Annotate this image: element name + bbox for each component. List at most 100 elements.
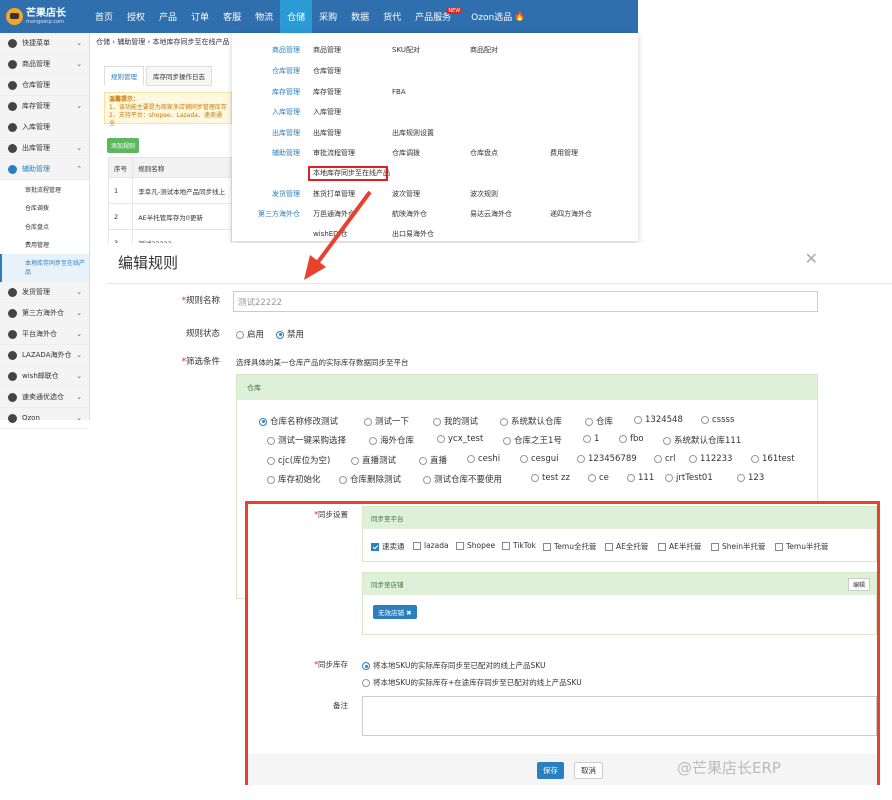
warehouse-radio[interactable]: 123456789: [577, 454, 637, 464]
menu-link[interactable]: 仓库盘点: [470, 148, 498, 158]
warehouse-radio[interactable]: crl: [654, 454, 676, 464]
warehouse-radio[interactable]: ce: [588, 473, 609, 483]
warehouse-radio[interactable]: cjc(库位为空): [267, 454, 330, 466]
menu-link[interactable]: 万邑通海外仓: [313, 209, 355, 219]
menu-category[interactable]: 库存管理: [232, 87, 300, 97]
nav-service[interactable]: 客服: [216, 0, 248, 33]
warehouse-radio[interactable]: 111: [627, 473, 654, 483]
rule-name-input[interactable]: 测试22222: [233, 291, 818, 312]
tab-rules[interactable]: 规则管理: [104, 66, 144, 86]
warehouse-radio[interactable]: 1324548: [634, 415, 683, 425]
sidebar-item-wish-warehouse[interactable]: wish邮联仓 ⌄: [0, 366, 89, 387]
edit-store-button[interactable]: 编辑: [847, 578, 870, 591]
menu-link[interactable]: 易达云海外仓: [470, 209, 512, 219]
sidebar-item-outbound[interactable]: 出库管理 ⌄: [0, 138, 89, 159]
warehouse-radio[interactable]: test zz: [531, 473, 570, 483]
platform-checkbox[interactable]: Temu半托管: [775, 541, 828, 552]
warehouse-radio[interactable]: 测试仓库不要使用: [423, 473, 502, 485]
close-icon[interactable]: ✖: [406, 609, 411, 617]
menu-link[interactable]: 商品配对: [470, 45, 498, 55]
add-rule-button[interactable]: 添加规则: [107, 138, 140, 153]
nav-product-service[interactable]: 产品服务 NEW: [408, 0, 463, 33]
menu-link[interactable]: 商品管理: [313, 45, 341, 55]
sidebar-item-inventory[interactable]: 库存管理 ⌄: [0, 96, 89, 117]
menu-link[interactable]: 仓库调拨: [392, 148, 420, 158]
warehouse-radio[interactable]: 直播: [419, 454, 447, 466]
warehouse-radio[interactable]: 112233: [689, 454, 732, 464]
menu-link[interactable]: 出库管理: [313, 128, 341, 138]
sidebar-item-auxiliary[interactable]: 辅助管理 ⌃: [0, 159, 89, 180]
brand-logo[interactable]: 芒果店长 mangoerp.com: [0, 0, 88, 33]
cancel-button[interactable]: 取消: [574, 762, 603, 779]
warehouse-radio[interactable]: 系统默认仓库: [500, 415, 562, 427]
menu-link[interactable]: 波次规则: [470, 189, 498, 199]
warehouse-radio[interactable]: 海外仓库: [369, 434, 414, 446]
platform-checkbox[interactable]: Temu全托管: [543, 541, 596, 552]
warehouse-radio[interactable]: ceshi: [467, 454, 500, 464]
warehouse-radio[interactable]: 161test: [751, 454, 795, 464]
sidebar-item-ozon[interactable]: Ozon ⌄: [0, 408, 89, 429]
menu-link[interactable]: 出库规则设置: [392, 128, 434, 138]
sidebar-item-inbound[interactable]: 入库管理: [0, 117, 89, 138]
sidebar-item-shipping[interactable]: 发货管理 ⌄: [0, 282, 89, 303]
menu-link[interactable]: 费用管理: [550, 148, 578, 158]
platform-checkbox[interactable]: lazada: [413, 541, 449, 550]
warehouse-radio[interactable]: 库存初始化: [267, 473, 321, 485]
menu-category[interactable]: 第三方海外仓: [232, 209, 300, 219]
platform-checkbox[interactable]: AE半托管: [658, 541, 701, 552]
sidebar-sub-approval[interactable]: 审批流程管理: [0, 180, 89, 199]
stock-option-radio[interactable]: 将本地SKU的实际库存+在途库存同步至已配对的线上产品SKU: [362, 677, 582, 688]
warehouse-radio[interactable]: 系统默认仓库111: [663, 434, 741, 446]
table-row[interactable]: 1 李幸凡-测试本地产品同步线上: [107, 177, 232, 204]
nav-logistics[interactable]: 物流: [248, 0, 280, 33]
menu-link[interactable]: 航映海外仓: [392, 209, 427, 219]
nav-order[interactable]: 订单: [184, 0, 216, 33]
stock-option-radio[interactable]: 将本地SKU的实际库存同步至已配对的线上产品SKU: [362, 660, 545, 671]
sidebar-item-shortcut[interactable]: 快捷菜单 ⌄: [0, 33, 89, 54]
platform-checkbox[interactable]: AE全托管: [605, 541, 648, 552]
menu-link[interactable]: 波次管理: [392, 189, 420, 199]
platform-checkbox[interactable]: Shopee: [456, 541, 495, 550]
warehouse-radio[interactable]: 仓库: [585, 415, 613, 427]
warehouse-radio[interactable]: 仓库删除测试: [339, 473, 401, 485]
nav-data[interactable]: 数据: [344, 0, 376, 33]
save-button[interactable]: 保存: [537, 762, 564, 779]
remark-textarea[interactable]: [362, 696, 877, 736]
warehouse-radio[interactable]: 1: [583, 434, 599, 444]
sidebar-item-third-party-overseas[interactable]: 第三方海外仓 ⌄: [0, 303, 89, 324]
menu-link[interactable]: 出口易海外仓: [392, 229, 434, 239]
menu-link[interactable]: 拣货打单管理: [313, 189, 355, 199]
close-icon[interactable]: ✕: [805, 249, 818, 268]
warehouse-radio[interactable]: 仓库名称修改测试: [259, 415, 338, 427]
warehouse-radio[interactable]: 测试一下: [364, 415, 409, 427]
status-disable-radio[interactable]: 禁用: [276, 328, 304, 340]
nav-ozon[interactable]: Ozon选品 🔥: [464, 0, 532, 33]
warehouse-radio[interactable]: jrtTest01: [665, 473, 713, 483]
sidebar-sub-transfer[interactable]: 仓库调拨: [0, 198, 89, 217]
menu-category[interactable]: 出库管理: [232, 128, 300, 138]
warehouse-radio[interactable]: fbo: [619, 434, 644, 444]
store-tag[interactable]: 无效店铺 ✖: [373, 605, 417, 619]
menu-link[interactable]: SKU配对: [392, 45, 420, 55]
menu-category[interactable]: 入库管理: [232, 107, 300, 117]
menu-link[interactable]: wishEDI仓: [313, 229, 348, 239]
menu-link[interactable]: 递四方海外仓: [550, 209, 592, 219]
warehouse-radio[interactable]: 仓库之王1号: [503, 434, 562, 446]
menu-link[interactable]: 入库管理: [313, 107, 341, 117]
sidebar-item-warehouse[interactable]: 仓库管理: [0, 75, 89, 96]
menu-link[interactable]: 审批流程管理: [313, 148, 355, 158]
nav-purchase[interactable]: 采购: [312, 0, 344, 33]
menu-category[interactable]: 辅助管理: [232, 148, 300, 158]
menu-category[interactable]: 发货管理: [232, 189, 300, 199]
nav-product[interactable]: 产品: [152, 0, 184, 33]
sidebar-sub-stocktake[interactable]: 仓库盘点: [0, 217, 89, 236]
menu-link[interactable]: 仓库管理: [313, 66, 341, 76]
menu-link[interactable]: FBA: [392, 88, 406, 96]
warehouse-radio[interactable]: cssss: [701, 415, 734, 425]
sidebar-sub-stock-sync[interactable]: 本地库存同步至在线产品: [0, 254, 89, 282]
nav-storage[interactable]: 仓储: [280, 0, 313, 33]
platform-checkbox[interactable]: Shein半托管: [711, 541, 765, 552]
sidebar-item-lazada-overseas[interactable]: LAZADA海外仓 ⌄: [0, 345, 89, 366]
sidebar-item-platform-overseas[interactable]: 平台海外仓 ⌄: [0, 324, 89, 345]
warehouse-radio[interactable]: 直播测试: [351, 454, 396, 466]
